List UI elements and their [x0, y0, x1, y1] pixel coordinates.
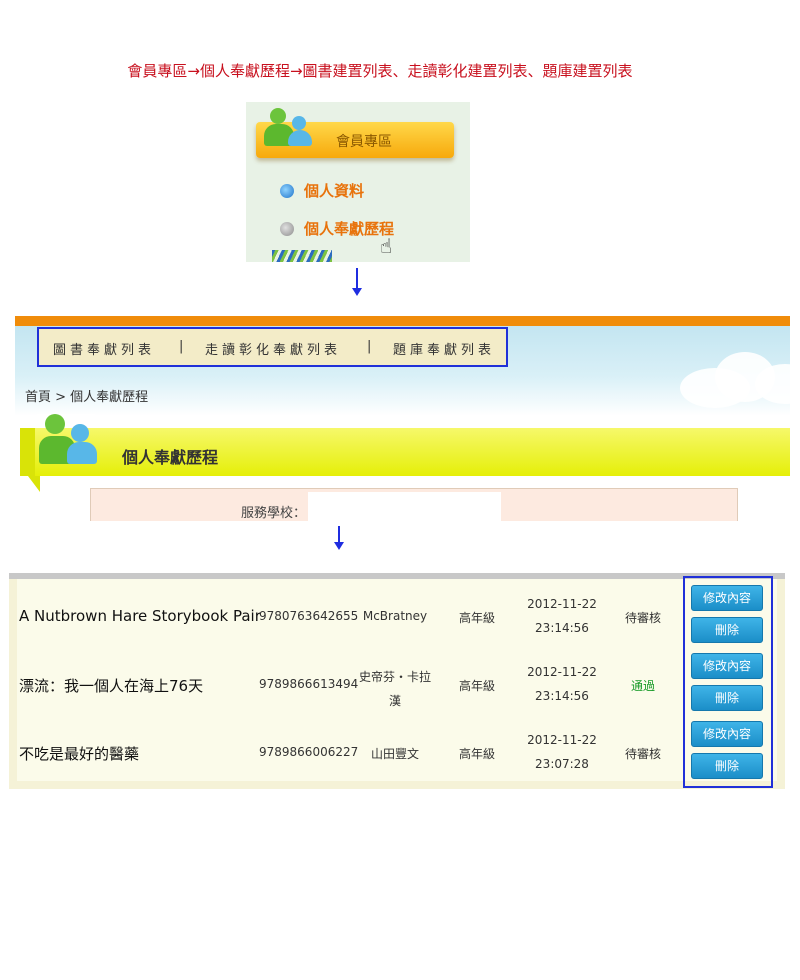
contribution-tabs: 圖書奉獻列表 | 走讀彰化奉獻列表 | 題庫奉獻列表 [37, 327, 508, 367]
date: 2012-11-22 [527, 597, 597, 611]
author: 山田豐文 [370, 747, 419, 761]
status: 通過 [630, 679, 655, 693]
school-label: 服務學校： [241, 506, 307, 521]
actions-highlight: 修改內容 刪除 修改內容 刪除 修改內容 刪除 [683, 576, 773, 788]
tab-separator: | [179, 339, 184, 354]
book-title: 漂流：我一個人在海上76天 [19, 677, 204, 695]
tab-walking-changhua-list[interactable]: 走讀彰化奉獻列表 [205, 339, 341, 358]
isbn: 9789866006227 [259, 745, 359, 759]
author: 史帝芬・卡拉漢 [358, 670, 431, 708]
delete-button[interactable]: 刪除 [691, 685, 763, 711]
delete-button[interactable]: 刪除 [691, 617, 763, 643]
contribution-page-panel: 圖書奉獻列表 | 走讀彰化奉獻列表 | 題庫奉獻列表 首頁 > 個人奉獻歷程 個… [15, 316, 790, 521]
arrow-bullet-icon [280, 184, 294, 198]
delete-button[interactable]: 刪除 [691, 753, 763, 779]
school-input[interactable] [308, 492, 501, 521]
status: 待審核 [624, 611, 661, 625]
hand-cursor-icon: ☝ [380, 234, 393, 258]
page-title: 個人奉獻歷程 [122, 448, 219, 467]
grade: 高年級 [458, 679, 495, 693]
menu-item-contribution-history[interactable]: 個人奉獻歷程 [280, 218, 394, 239]
table-row: 漂流：我一個人在海上76天 9789866613494 史帝芬・卡拉漢 高年級 … [17, 651, 707, 719]
contribution-table-panel: A Nutbrown Hare Storybook Pair 978076364… [9, 573, 785, 789]
grade: 高年級 [458, 747, 495, 761]
down-arrow-icon [334, 526, 344, 550]
date: 2012-11-22 [527, 665, 597, 679]
date: 2012-11-22 [527, 733, 597, 747]
time: 23:14:56 [535, 689, 589, 703]
edit-button[interactable]: 修改內容 [691, 653, 763, 679]
arrow-bullet-icon [280, 222, 294, 236]
cloud-decoration [660, 346, 790, 408]
tab-book-list[interactable]: 圖書奉獻列表 [53, 339, 155, 358]
table-row: A Nutbrown Hare Storybook Pair 978076364… [17, 583, 707, 651]
member-area-label: 會員專區 [336, 134, 392, 150]
instruction-caption: 會員專區→個人奉獻歷程→圖書建置列表、走讀彰化建置列表、題庫建置列表 [127, 62, 633, 80]
tab-separator: | [367, 339, 372, 354]
tab-question-bank-list[interactable]: 題庫奉獻列表 [393, 339, 495, 358]
breadcrumb: 首頁 > 個人奉獻歷程 [25, 390, 149, 405]
contribution-table: A Nutbrown Hare Storybook Pair 978076364… [17, 579, 777, 781]
edit-button[interactable]: 修改內容 [691, 585, 763, 611]
top-bar [15, 316, 790, 326]
status: 待審核 [624, 747, 661, 761]
down-arrow-icon [352, 268, 362, 296]
edit-button[interactable]: 修改內容 [691, 721, 763, 747]
member-menu-panel: 會員專區 個人資料 個人奉獻歷程 ☝ [246, 102, 470, 262]
book-title: A Nutbrown Hare Storybook Pair [19, 607, 261, 625]
books-decoration [272, 250, 332, 262]
table-row: 不吃是最好的醫藥 9789866006227 山田豐文 高年級 2012-11-… [17, 719, 707, 787]
author: McBratney [362, 609, 428, 623]
menu-item-profile[interactable]: 個人資料 [280, 180, 364, 201]
time: 23:07:28 [535, 757, 589, 771]
grade: 高年級 [458, 611, 495, 625]
time: 23:14:56 [535, 621, 589, 635]
isbn: 9780763642655 [259, 609, 359, 623]
book-title: 不吃是最好的醫藥 [19, 745, 140, 763]
menu-item-label: 個人資料 [304, 182, 365, 200]
isbn: 9789866613494 [259, 677, 359, 691]
member-area-button[interactable]: 會員專區 [256, 108, 454, 158]
